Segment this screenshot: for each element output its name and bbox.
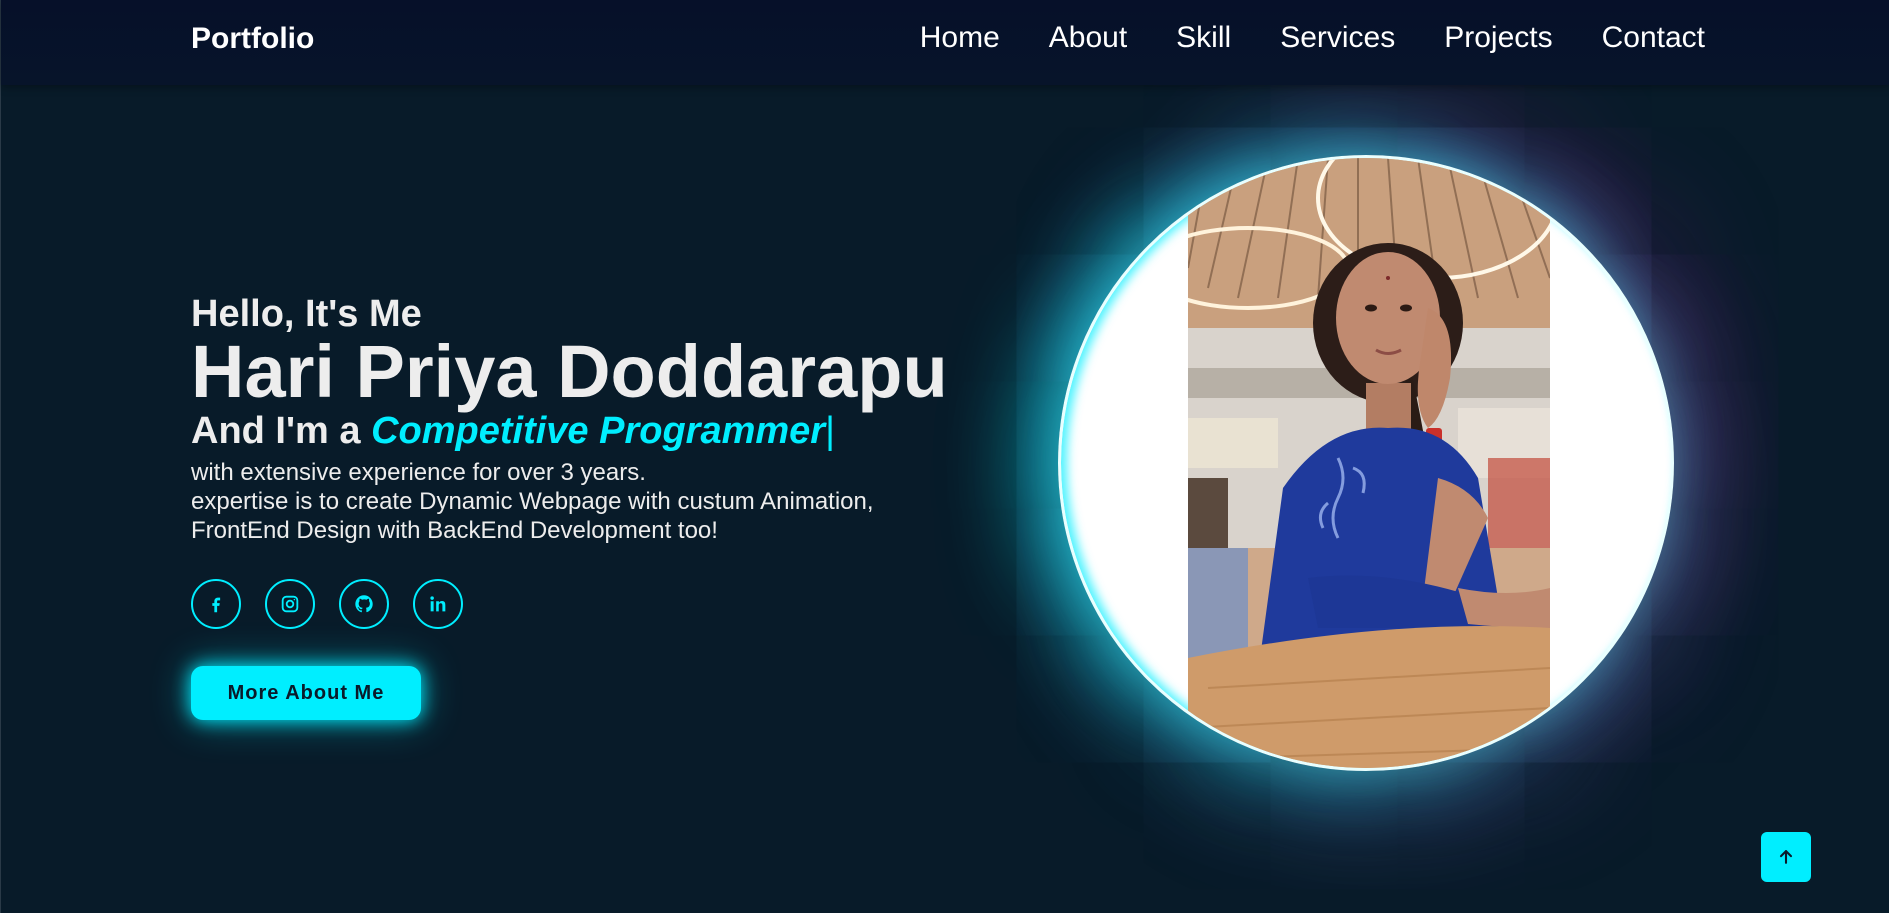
- description-line: FrontEnd Design with BackEnd Development…: [191, 517, 718, 544]
- facebook-link[interactable]: [191, 579, 241, 629]
- logo[interactable]: Portfolio: [191, 22, 314, 56]
- description-line: with extensive experience for over 3 yea…: [191, 459, 646, 486]
- nav-skill[interactable]: Skill: [1176, 21, 1231, 55]
- linkedin-icon: [430, 596, 446, 612]
- facebook-icon: [212, 597, 221, 613]
- arrow-up-icon: [1779, 850, 1793, 864]
- hero-name: Hari Priya Doddarapu: [191, 330, 948, 413]
- nav-about[interactable]: About: [1049, 21, 1127, 55]
- role-typed: Competitive Programmer: [371, 410, 826, 452]
- nav-projects[interactable]: Projects: [1444, 21, 1552, 55]
- hero-description: with extensive experience for over 3 yea…: [191, 458, 951, 545]
- github-icon: [355, 595, 373, 613]
- scroll-to-top-button[interactable]: [1761, 832, 1811, 882]
- nav-home[interactable]: Home: [920, 21, 1000, 55]
- instagram-icon: [281, 595, 299, 613]
- profile-photo: [1188, 158, 1550, 768]
- linkedin-link[interactable]: [413, 579, 463, 629]
- typing-cursor: |: [825, 410, 835, 452]
- nav-contact[interactable]: Contact: [1602, 21, 1705, 55]
- github-link[interactable]: [339, 579, 389, 629]
- nav-services[interactable]: Services: [1280, 21, 1395, 55]
- description-line: expertise is to create Dynamic Webpage w…: [191, 488, 874, 515]
- profile-photo-frame: [1058, 155, 1674, 771]
- social-links: [191, 579, 487, 629]
- more-about-me-button[interactable]: More About Me: [191, 666, 421, 720]
- header: Portfolio Home About Skill Services Proj…: [1, 0, 1889, 85]
- hero-text: Hello, It's Me Hari Priya Doddarapu And …: [191, 292, 951, 545]
- page: Portfolio Home About Skill Services Proj…: [0, 0, 1889, 913]
- hero-role: And I'm a Competitive Programmer|: [191, 408, 951, 454]
- main-nav: Home About Skill Services Projects Conta…: [871, 21, 1705, 55]
- portrait-illustration: [1188, 158, 1550, 768]
- role-prefix: And I'm a: [191, 410, 372, 452]
- instagram-link[interactable]: [265, 579, 315, 629]
